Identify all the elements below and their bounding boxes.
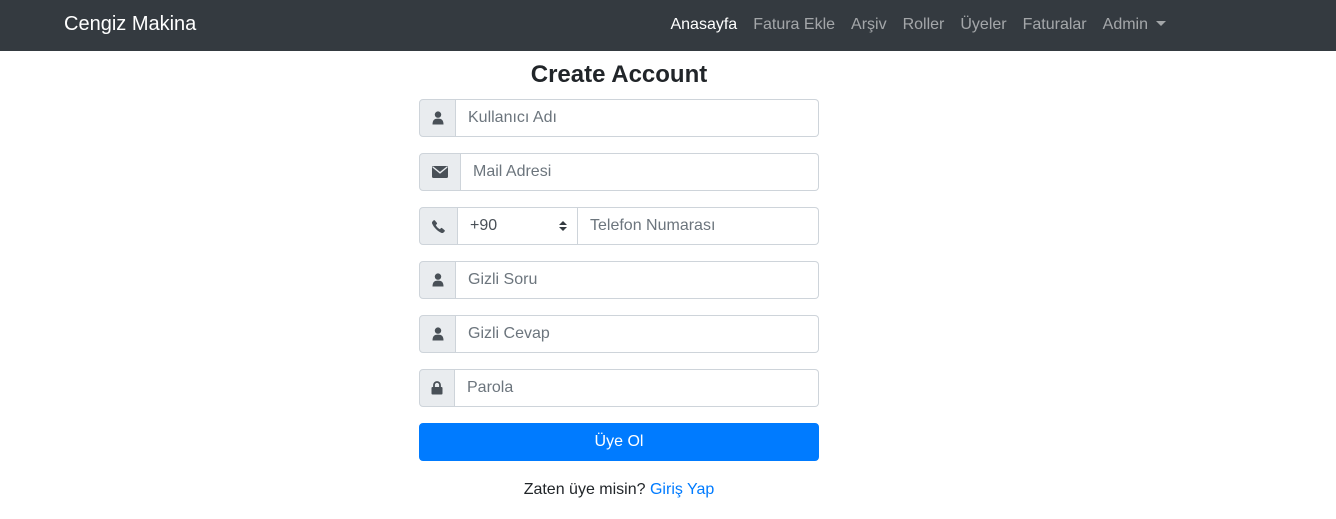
password-input[interactable] — [455, 369, 819, 407]
brand-logo[interactable]: Cengiz Makina — [64, 12, 196, 36]
phone-input[interactable] — [578, 207, 819, 245]
select-arrows-icon — [559, 221, 567, 231]
username-addon — [419, 99, 456, 137]
login-prompt: Zaten üye misin? Giriş Yap — [419, 480, 819, 500]
nav-link-roller[interactable]: Roller — [903, 14, 945, 36]
secret-answer-addon — [419, 315, 456, 353]
login-prompt-text: Zaten üye misin? — [523, 481, 646, 498]
phone-group: +90 — [419, 207, 819, 245]
user-icon — [432, 327, 443, 341]
phone-icon — [432, 219, 445, 233]
country-code-select[interactable]: +90 — [458, 207, 578, 245]
user-icon — [432, 273, 443, 287]
email-group — [419, 153, 819, 191]
secret-question-input[interactable] — [456, 261, 819, 299]
lock-icon — [431, 381, 443, 395]
secret-answer-input[interactable] — [456, 315, 819, 353]
nav-dropdown-admin-label: Admin — [1102, 16, 1148, 33]
user-icon — [432, 111, 443, 125]
country-code-value: +90 — [470, 217, 498, 234]
login-link[interactable]: Giriş Yap — [650, 481, 714, 498]
nav-link-faturalar[interactable]: Faturalar — [1023, 14, 1087, 36]
nav-menu: Anasayfa Fatura Ekle Arşiv Roller Üyeler… — [670, 13, 1166, 37]
top-navbar: Cengiz Makina Anasayfa Fatura Ekle Arşiv… — [0, 0, 1336, 51]
username-group — [419, 99, 819, 137]
register-button[interactable]: Üye Ol — [419, 423, 819, 461]
secret-answer-group — [419, 315, 819, 353]
password-addon — [419, 369, 455, 407]
nav-link-uyeler[interactable]: Üyeler — [960, 14, 1006, 36]
envelope-icon — [432, 166, 448, 178]
nav-link-anasayfa[interactable]: Anasayfa — [670, 14, 737, 36]
email-addon — [419, 153, 461, 191]
password-group — [419, 369, 819, 407]
email-input[interactable] — [461, 153, 819, 191]
phone-addon — [419, 207, 458, 245]
secret-question-addon — [419, 261, 456, 299]
page-title: Create Account — [530, 61, 708, 88]
nav-link-fatura-ekle[interactable]: Fatura Ekle — [753, 14, 835, 36]
nav-dropdown-admin[interactable]: Admin — [1103, 14, 1166, 36]
username-input[interactable] — [456, 99, 819, 137]
secret-question-group — [419, 261, 819, 299]
nav-link-arsiv[interactable]: Arşiv — [851, 14, 887, 36]
chevron-down-icon — [1156, 21, 1166, 26]
